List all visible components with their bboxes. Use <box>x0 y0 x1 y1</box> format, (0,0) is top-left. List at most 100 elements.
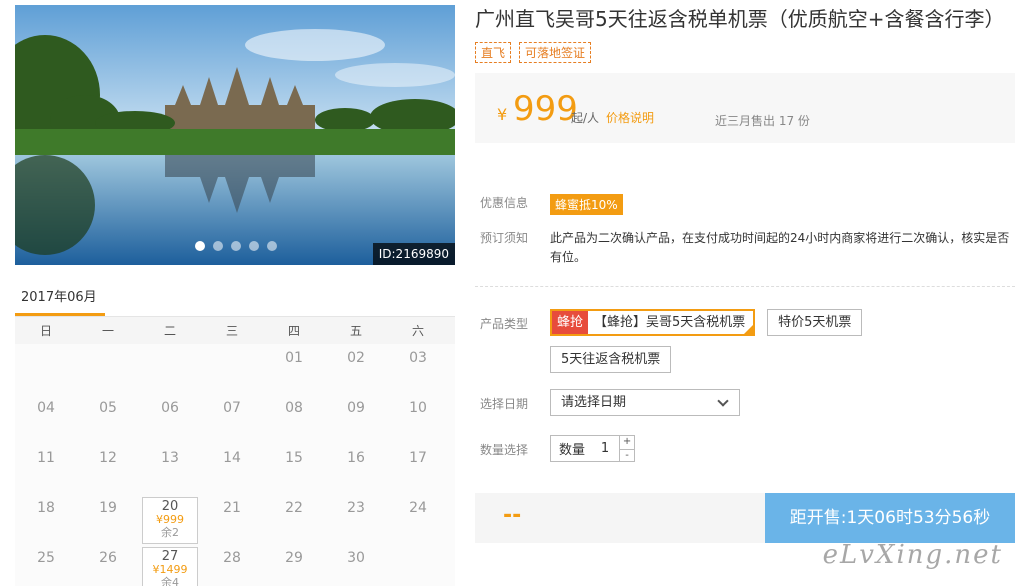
honey-discount-badge: 蜂蜜抵10% <box>550 194 623 215</box>
product-type-options: 蜂抢 【蜂抢】吴哥5天含税机票 特价5天机票 5天往返含税机票 <box>550 309 1015 373</box>
weekday-label: 五 <box>349 324 362 338</box>
calendar-day: 11 <box>37 450 55 466</box>
date-label: 选择日期 <box>480 397 529 411</box>
calendar-day <box>201 344 263 394</box>
calendar-day: 26 <box>99 550 117 566</box>
tag-direct-flight: 直飞 <box>475 42 512 63</box>
calendar-day: 04 <box>37 400 55 416</box>
weekday-label: 六 <box>411 324 424 338</box>
calendar-days: 01 02 03 04 05 06 07 08 09 10 11 12 13 14 15 16 17 18 19 20… <box>15 344 455 586</box>
calendar-day: 25 <box>37 550 55 566</box>
temple-photo <box>15 5 455 265</box>
calendar-day: 08 <box>285 400 303 416</box>
date-select-value: 请选择日期 <box>561 395 627 410</box>
quantity-minus-button[interactable]: - <box>620 448 635 462</box>
calendar-day: 28 <box>223 550 241 566</box>
calendar-day: 09 <box>347 400 365 416</box>
calendar-month-tab[interactable]: 2017年06月 <box>15 280 105 316</box>
date-row: 选择日期 请选择日期 <box>475 389 740 416</box>
calendar-day: 02 <box>347 350 365 366</box>
notice-row: 预订须知 此产品为二次确认产品，在支付成功时间起的24小时内商家将进行二次确认，… <box>475 229 1012 267</box>
calendar-day: 06 <box>161 400 179 416</box>
calendar-day: 07 <box>223 400 241 416</box>
option-special-ticket[interactable]: 特价5天机票 <box>767 309 863 336</box>
calendar-day: 15 <box>285 450 303 466</box>
day-price: ¥999 <box>156 513 184 526</box>
calendar-day: 01 <box>285 350 303 366</box>
day-price: ¥1499 <box>152 563 188 576</box>
chevron-down-icon <box>717 395 729 407</box>
promo-row: 优惠信息 蜂蜜抵10% <box>475 194 623 215</box>
weekday-label: 一 <box>101 324 114 338</box>
calendar-day: 14 <box>223 450 241 466</box>
calendar-day: 17 <box>409 450 427 466</box>
quantity-field-label: 数量 <box>559 443 586 458</box>
calendar-day: 13 <box>161 450 179 466</box>
calendar-day: 21 <box>223 500 241 516</box>
purchase-bar: -- 距开售:1天06时53分56秒 <box>475 493 1015 543</box>
option-roundtrip-ticket[interactable]: 5天往返含税机票 <box>550 346 672 373</box>
day-number: 20 <box>161 499 179 514</box>
calendar-day: 23 <box>347 500 365 516</box>
calendar-day: 19 <box>99 500 117 516</box>
site-watermark: eLvXing.net <box>822 540 1003 570</box>
countdown-buy-button[interactable]: 距开售:1天06时53分56秒 <box>765 493 1015 543</box>
price-currency: ¥ <box>497 105 508 124</box>
price-amount: 999 <box>513 89 578 129</box>
carousel-dot[interactable] <box>213 241 223 251</box>
weekday-label: 日 <box>39 324 52 338</box>
calendar-day: 16 <box>347 450 365 466</box>
calendar-day: 10 <box>409 400 427 416</box>
calendar-day-available[interactable]: 20 ¥999 余2 <box>142 497 198 544</box>
calendar-day-available[interactable]: 27 ¥1499 余4 <box>142 547 198 586</box>
divider <box>475 286 1015 287</box>
calendar-day: 12 <box>99 450 117 466</box>
quantity-steps: + - <box>619 436 635 462</box>
calendar-day: 22 <box>285 500 303 516</box>
price-explanation-link[interactable]: 价格说明 <box>606 109 654 126</box>
weekday-label: 三 <box>225 324 238 338</box>
product-title: 广州直飞吴哥5天往返含税单机票（优质航空+含餐含行李） <box>475 7 1005 31</box>
calendar-day: 05 <box>99 400 117 416</box>
price-calendar: 2017年06月 日 一 二 三 四 五 六 01 02 03 04 05 06 07 08 09 10 11 1… <box>15 280 455 586</box>
product-info: 广州直飞吴哥5天往返含税单机票（优质航空+含餐含行李） 直飞 可落地签证 ¥ 9… <box>475 5 1015 543</box>
product-type-row: 产品类型 蜂抢 【蜂抢】吴哥5天含税机票 特价5天机票 5天往返含税机票 <box>475 309 1015 373</box>
sold-count: 近三月售出 17 份 <box>715 114 810 128</box>
quantity-stepper: 数量 1 + - <box>550 435 636 462</box>
price-unit: 起/人 <box>571 111 600 125</box>
notice-text: 此产品为二次确认产品，在支付成功时间起的24小时内商家将进行二次确认，核实是否有… <box>550 231 1010 264</box>
calendar-day <box>387 544 449 586</box>
product-tags: 直飞 可落地签证 <box>475 42 1015 63</box>
carousel-dot[interactable] <box>249 241 259 251</box>
day-remaining: 余4 <box>161 576 179 586</box>
flash-sale-flag: 蜂抢 <box>552 311 589 334</box>
weekday-label: 二 <box>163 324 176 338</box>
day-remaining: 余2 <box>161 526 179 539</box>
hero-image[interactable]: ID:2169890 <box>15 5 455 265</box>
day-number: 27 <box>161 549 179 564</box>
product-type-label: 产品类型 <box>480 317 529 331</box>
carousel-dots <box>195 241 277 251</box>
quantity-row: 数量选择 数量 1 + - <box>475 435 636 462</box>
notice-label: 预订须知 <box>480 231 529 245</box>
carousel-dot[interactable] <box>231 241 241 251</box>
date-select[interactable]: 请选择日期 <box>550 389 740 416</box>
quantity-plus-button[interactable]: + <box>620 436 634 449</box>
option-flash-sale-text: 【蜂抢】吴哥5天含税机票 <box>594 315 746 330</box>
calendar-day: 30 <box>347 550 365 566</box>
calendar-day: 03 <box>409 350 427 366</box>
calendar-day: 18 <box>37 500 55 516</box>
price-box: ¥ 999 起/人 价格说明 近三月售出 17 份 <box>475 73 1015 143</box>
carousel-dot[interactable] <box>195 241 205 251</box>
selected-corner-icon <box>744 325 754 334</box>
promo-label: 优惠信息 <box>480 196 529 210</box>
quantity-label: 数量选择 <box>480 443 529 457</box>
carousel-dot[interactable] <box>267 241 277 251</box>
calendar-day <box>139 344 201 394</box>
quantity-input[interactable]: 1 <box>591 441 619 456</box>
calendar-day: 29 <box>285 550 303 566</box>
calendar-weekday-header: 日一二三四五六 <box>15 316 455 344</box>
image-id-badge: ID:2169890 <box>372 243 455 265</box>
calendar-day: 24 <box>409 500 427 516</box>
option-flash-sale-ticket[interactable]: 蜂抢 【蜂抢】吴哥5天含税机票 <box>550 309 756 336</box>
